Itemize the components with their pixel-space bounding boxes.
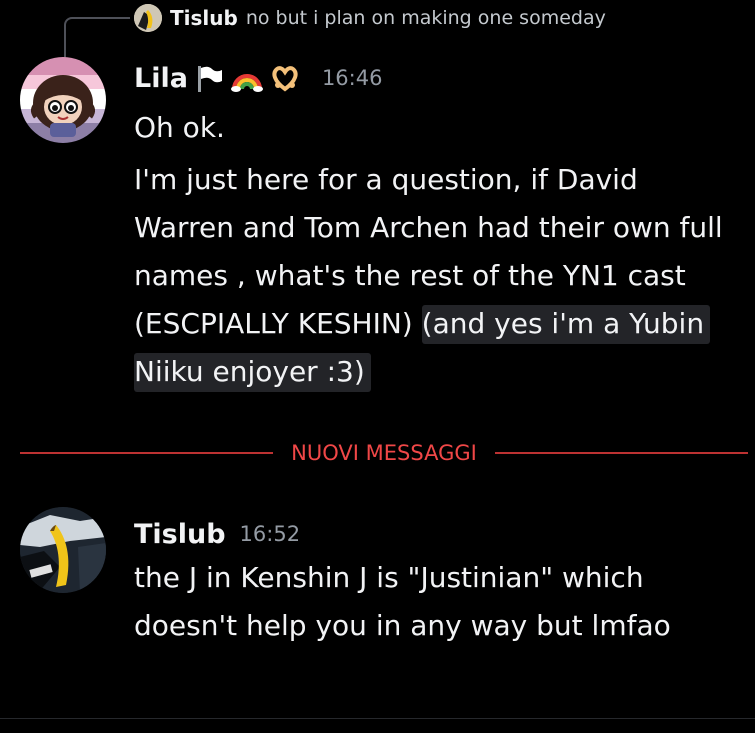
avatar[interactable] — [20, 507, 106, 593]
new-messages-divider: NUOVI MESSAGGI — [20, 436, 748, 470]
message-header: Lila 16:46 — [134, 58, 382, 98]
message-header: Tislub 16:52 — [134, 514, 300, 554]
reply-author[interactable]: Tislub — [170, 6, 238, 30]
reply-connector — [64, 17, 130, 59]
divider-line-left — [20, 452, 274, 454]
reply-text[interactable]: no but i plan on making one someday — [246, 7, 606, 29]
heart-hands-icon[interactable] — [270, 63, 300, 93]
divider — [0, 718, 755, 719]
author-name[interactable]: Tislub — [134, 519, 226, 550]
author-name[interactable]: Lila — [134, 63, 188, 94]
new-messages-label: NUOVI MESSAGGI — [291, 441, 477, 465]
timestamp[interactable]: 16:46 — [322, 66, 383, 90]
timestamp[interactable]: 16:52 — [240, 522, 301, 546]
divider-line-right — [494, 452, 748, 454]
rainbow-icon[interactable] — [230, 63, 264, 93]
reply-avatar[interactable] — [134, 4, 162, 32]
reply-preview[interactable]: Tislub no but i plan on making one somed… — [134, 4, 606, 32]
avatar[interactable] — [20, 57, 106, 143]
message-text: I'm just here for a question, if David W… — [134, 156, 734, 396]
message-text: the J in Kenshin J is "Justinian" which … — [134, 561, 671, 642]
white-flag-icon[interactable] — [194, 63, 224, 93]
message-line: Oh ok. — [134, 111, 225, 144]
